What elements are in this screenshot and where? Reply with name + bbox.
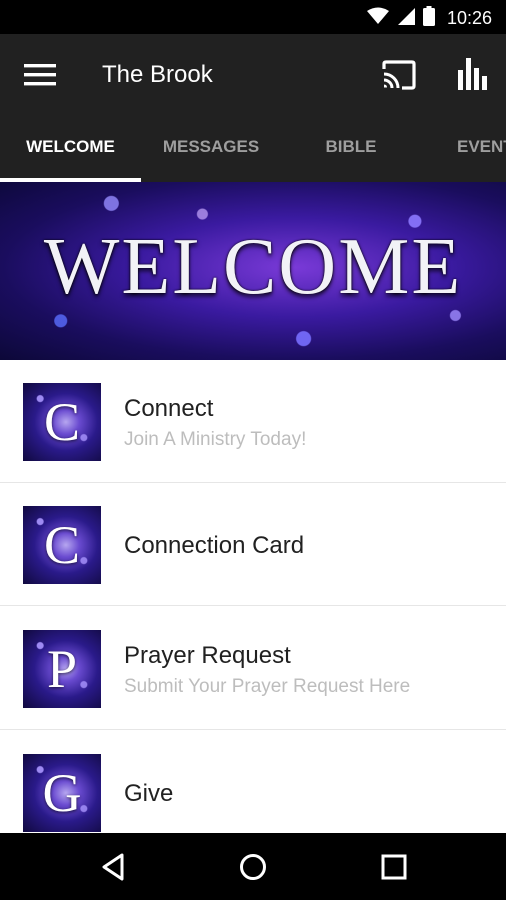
battery-icon: [422, 5, 435, 31]
thumbnail-letter: C: [43, 392, 81, 452]
cast-icon[interactable]: [382, 60, 416, 90]
list-item-subtitle: Join A Ministry Today!: [124, 429, 307, 450]
back-icon[interactable]: [98, 851, 130, 883]
list-item-title: Connect: [124, 395, 214, 422]
app-title: The Brook: [102, 61, 213, 88]
list-item-connect[interactable]: C Connect Join A Ministry Today!: [0, 360, 506, 483]
list-item-prayer-request[interactable]: P Prayer Request Submit Your Prayer Requ…: [0, 607, 506, 730]
cell-signal-icon: [397, 7, 415, 30]
system-nav-bar: [0, 833, 506, 900]
wifi-icon: [366, 7, 389, 30]
status-bar: 10:26: [0, 0, 506, 34]
connect-thumbnail: C: [23, 383, 101, 461]
list-item-title: Prayer Request: [124, 642, 291, 669]
tab-messages[interactable]: MESSAGES: [141, 116, 281, 182]
tab-bible[interactable]: BIBLE: [281, 116, 421, 182]
list-item-subtitle: Submit Your Prayer Request Here: [124, 676, 411, 697]
thumbnail-letter: C: [43, 515, 81, 575]
status-time: 10:26: [446, 8, 492, 28]
tab-bar: WELCOME MESSAGES BIBLE EVENTS: [0, 116, 506, 182]
give-thumbnail: G: [23, 754, 101, 832]
menu-icon[interactable]: [24, 62, 56, 88]
list-item-connection-card[interactable]: C Connection Card: [0, 483, 506, 606]
list-item-title: Give: [124, 780, 174, 807]
welcome-banner: WELCOME: [0, 182, 506, 360]
status-icons: 10:26: [366, 5, 492, 31]
connection-card-thumbnail: C: [23, 506, 101, 584]
banner-title: WELCOME: [43, 223, 463, 311]
thumbnail-letter: P: [46, 639, 78, 699]
recents-icon[interactable]: [378, 851, 410, 883]
bar-chart-icon[interactable]: [456, 58, 492, 90]
list-item-title: Connection Card: [124, 532, 305, 559]
app-bar: The Brook: [0, 34, 506, 116]
tab-events[interactable]: EVENTS: [457, 116, 506, 182]
prayer-request-thumbnail: P: [23, 630, 101, 708]
thumbnail-letter: G: [42, 763, 82, 823]
tab-welcome[interactable]: WELCOME: [0, 116, 141, 182]
home-icon[interactable]: [237, 851, 269, 883]
